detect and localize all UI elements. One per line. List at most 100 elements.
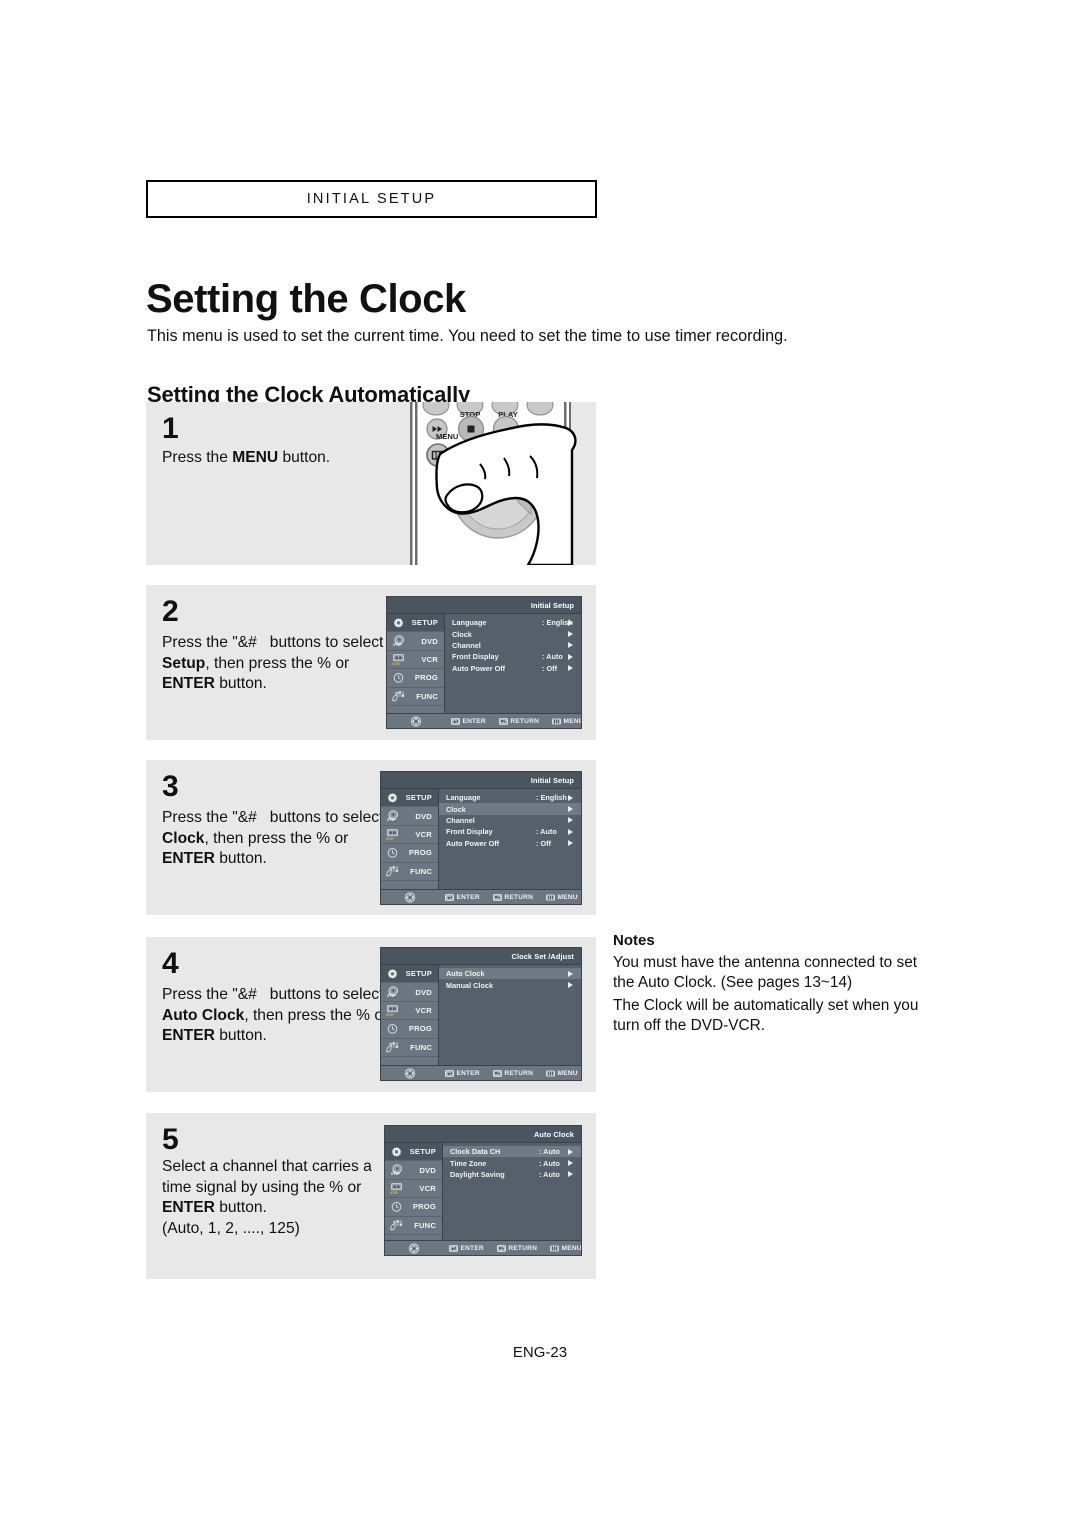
osd-hint-enter: ENTER xyxy=(451,718,486,725)
osd-menu-list: Auto Clock Manual Clock xyxy=(439,965,581,1065)
osd-hint-label: RETURN xyxy=(504,1069,534,1077)
osd-hint-group: ENTER RETURN MENU xyxy=(445,894,578,901)
osd-menu-row[interactable]: Front Display: Auto xyxy=(439,826,581,837)
osd-sidebar-item-vcr[interactable]: VCR VCR xyxy=(381,1001,438,1021)
osd-menu-row[interactable]: Auto Clock xyxy=(439,968,581,980)
osd-sidebar-item-setup[interactable]: SETUP xyxy=(381,965,438,984)
osd-hint-label: MENU xyxy=(561,1244,582,1252)
return-button-icon xyxy=(496,1244,506,1252)
nav-pad-icon[interactable] xyxy=(409,715,423,727)
osd-menu-row[interactable]: Clock xyxy=(439,803,581,815)
osd-menu-row[interactable]: Daylight Saving: Auto xyxy=(443,1169,581,1180)
osd-sidebar-item-prog[interactable]: PROG xyxy=(387,669,444,688)
chevron-right-icon xyxy=(568,982,573,989)
osd-sidebar-item-prog[interactable]: PROG xyxy=(385,1198,442,1217)
chevron-right-icon xyxy=(568,794,573,801)
osd-hint-group: ENTER RETURN MENU xyxy=(449,1244,582,1252)
chevron-right-icon xyxy=(568,665,573,672)
osd-menu-row[interactable]: Front Display: Auto xyxy=(445,651,581,662)
osd-menu-label: Auto Power Off xyxy=(452,663,506,673)
osd-menu-row[interactable]: Auto Power Off: Off xyxy=(445,663,581,674)
osd-sidebar-item-setup[interactable]: SETUP xyxy=(385,1143,442,1162)
osd-hint-label: ENTER xyxy=(456,893,480,901)
step-number: 3 xyxy=(162,770,179,803)
step-number: 5 xyxy=(162,1123,179,1156)
hand-grid-icon xyxy=(389,1219,404,1232)
osd-screen-initial-setup-clock-selected: Initial Setup SETUP DVD DVD VCR VCR PROG FUNC … xyxy=(380,771,582,905)
osd-menu-row[interactable]: Language: English xyxy=(439,792,581,803)
osd-sidebar-item-func[interactable]: FUNC xyxy=(381,862,438,881)
enter-button-icon xyxy=(445,1069,454,1077)
osd-menu-label: Clock xyxy=(446,804,466,814)
osd-menu-row[interactable]: Clock Data CH: Auto xyxy=(443,1146,581,1158)
chevron-right-icon xyxy=(568,1148,573,1155)
osd-sidebar-item-label: DVD xyxy=(415,811,432,821)
disc-icon: DVD xyxy=(385,810,400,823)
osd-menu-row[interactable]: Manual Clock xyxy=(439,979,581,990)
osd-menu-row[interactable]: Clock xyxy=(445,628,581,639)
osd-sidebar-item-label: PROG xyxy=(408,848,432,858)
osd-hint-label: RETURN xyxy=(504,893,534,901)
svg-text:VCR: VCR xyxy=(392,662,400,666)
osd-menu-row[interactable]: Auto Power Off: Off xyxy=(439,838,581,849)
step-item-1: 1 Press the MENU button. STOP PLAY MENU xyxy=(146,402,596,565)
menu-button-icon xyxy=(550,1245,559,1252)
osd-sidebar-item-prog[interactable]: PROG xyxy=(381,844,438,863)
osd-hint-group: ENTER RETURN MENU xyxy=(451,717,581,725)
step-item-2: 2 Press the "&# buttons to select Setup,… xyxy=(146,585,596,740)
osd-sidebar-item-func[interactable]: FUNC xyxy=(385,1216,442,1235)
clock-icon xyxy=(389,1200,404,1213)
gear-icon xyxy=(389,1145,404,1158)
step-number: 4 xyxy=(162,947,179,980)
osd-sidebar-item-vcr[interactable]: VCR VCR xyxy=(385,1179,442,1199)
osd-menu-label: Daylight Saving xyxy=(450,1169,505,1179)
svg-text:DVD: DVD xyxy=(387,994,395,998)
osd-menu-row[interactable]: Channel xyxy=(445,640,581,651)
nav-pad-icon[interactable] xyxy=(403,1067,417,1079)
disc-icon: DVD xyxy=(385,986,400,999)
osd-menu-value: : English xyxy=(536,793,567,803)
osd-titlebar: Initial Setup xyxy=(387,597,581,614)
osd-menu-row[interactable]: Language: English xyxy=(445,617,581,628)
return-button-icon xyxy=(498,717,508,725)
osd-sidebar-item-func[interactable]: FUNC xyxy=(381,1038,438,1057)
note-line: You must have the antenna connected to s… xyxy=(613,954,918,991)
osd-hint-label: MENU xyxy=(557,893,578,901)
osd-hint-enter: ENTER xyxy=(445,1070,480,1077)
osd-sidebar-item-label: DVD xyxy=(421,636,438,646)
osd-sidebar-item-label: PROG xyxy=(412,1202,436,1212)
osd-sidebar-item-prog[interactable]: PROG xyxy=(381,1020,438,1039)
osd-sidebar-item-dvd[interactable]: DVD DVD xyxy=(381,807,438,826)
osd-sidebar-item-setup[interactable]: SETUP xyxy=(381,789,438,808)
osd-sidebar-item-vcr[interactable]: VCR VCR xyxy=(381,825,438,845)
osd-body: SETUP DVD DVD VCR VCR PROG FUNC Auto Clock Manu… xyxy=(381,965,581,1065)
menu-button-icon xyxy=(546,894,555,901)
step-text: Select a channel that carries a time sig… xyxy=(162,1158,372,1238)
osd-menu-row[interactable]: Time Zone: Auto xyxy=(443,1157,581,1168)
step-number: 2 xyxy=(162,595,179,628)
nav-pad-icon[interactable] xyxy=(403,891,417,903)
osd-footer-bar: ENTER RETURN MENU xyxy=(381,1065,581,1080)
osd-sidebar-item-dvd[interactable]: DVD DVD xyxy=(385,1161,442,1180)
osd-sidebar-item-setup[interactable]: SETUP xyxy=(387,614,444,633)
osd-sidebar-item-dvd[interactable]: DVD DVD xyxy=(387,632,444,651)
cassette-icon: VCR xyxy=(391,653,406,666)
osd-sidebar-item-func[interactable]: FUNC xyxy=(387,687,444,706)
osd-sidebar: SETUP DVD DVD VCR VCR PROG FUNC xyxy=(385,1143,443,1240)
nav-pad-icon[interactable] xyxy=(407,1242,421,1254)
gear-icon xyxy=(385,967,400,980)
osd-sidebar-item-vcr[interactable]: VCR VCR xyxy=(387,650,444,670)
osd-menu-label: Front Display xyxy=(446,827,493,837)
osd-menu-row[interactable]: Channel xyxy=(439,815,581,826)
osd-sidebar-item-dvd[interactable]: DVD DVD xyxy=(381,983,438,1002)
disc-icon: DVD xyxy=(389,1164,404,1177)
osd-hint-label: RETURN xyxy=(510,717,540,725)
osd-titlebar: Initial Setup xyxy=(381,772,581,789)
osd-hint-menu: MENU xyxy=(552,718,581,725)
osd-footer-bar: ENTER RETURN MENU xyxy=(387,713,581,728)
svg-text:VCR: VCR xyxy=(386,837,394,841)
osd-title: Initial Setup xyxy=(530,601,574,610)
notes-title: Notes xyxy=(613,932,655,949)
cassette-icon: VCR xyxy=(385,1004,400,1017)
step-text: Press the "&# buttons to select Setup, t… xyxy=(162,634,384,693)
